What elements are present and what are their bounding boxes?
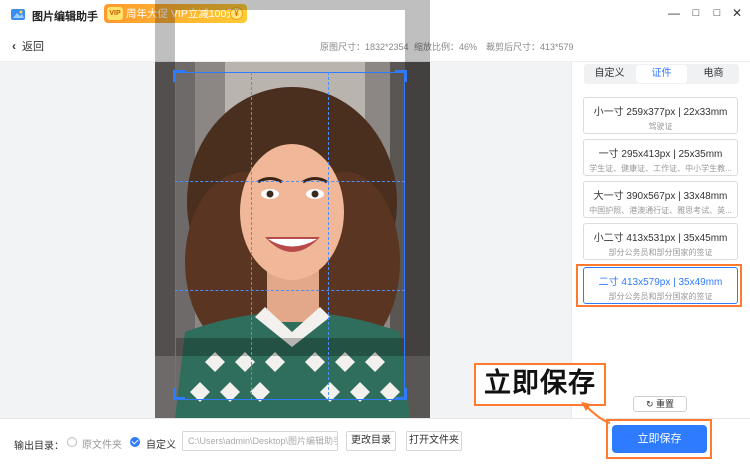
crop-mask-top: [155, 0, 430, 10]
crop-handle-top-left[interactable]: [173, 70, 185, 82]
crop-mask-right: [405, 10, 430, 338]
size-option-desc: 学生证、健康证、工作证、中小学生教...: [589, 164, 732, 173]
size-option-desc: 部分公务员和部分国家的签证: [608, 248, 713, 257]
output-path-input[interactable]: C:\Users\admin\Desktop\图片编辑助手: [182, 431, 338, 451]
crop-grid-line: [251, 72, 252, 400]
app-title: 图片编辑助手: [32, 11, 98, 23]
tab-ecommerce[interactable]: 电商: [688, 64, 739, 84]
back-button[interactable]: ‹ 返回: [12, 38, 44, 54]
back-label: 返回: [22, 41, 44, 53]
crop-grid-line: [328, 72, 329, 400]
cropped-size-info: 裁剪后尺寸：413*579: [486, 42, 574, 52]
vip-icon: VIP: [107, 7, 123, 20]
size-option-title: 一寸 295x413px | 25x35mm: [598, 149, 723, 160]
close-icon[interactable]: ✕: [730, 6, 744, 20]
crop-grid-line: [175, 290, 405, 291]
crop-mask-left: [155, 10, 175, 338]
crop-handle-top-right[interactable]: [395, 70, 407, 82]
radio-custom-folder[interactable]: [130, 437, 140, 447]
crop-frame[interactable]: [175, 72, 405, 400]
size-option-title: 大一寸 390x567px | 33x48mm: [593, 191, 728, 202]
output-dir-label: 输出目录：: [14, 441, 64, 452]
size-option-title: 小二寸 413x531px | 35x45mm: [593, 233, 728, 244]
app-logo-icon: [11, 9, 25, 20]
size-option-desc: 中国护照、港澳通行证、雅思考试、英...: [589, 206, 732, 215]
minimize-icon[interactable]: —: [667, 6, 681, 20]
reset-button[interactable]: ↻ 重置: [633, 396, 687, 412]
preset-tabs: 自定义 证件 电商: [584, 64, 739, 84]
crop-grid-line: [175, 181, 405, 182]
crop-handle-bottom-left[interactable]: [173, 388, 185, 400]
selected-size-highlight: [576, 264, 742, 307]
tab-custom[interactable]: 自定义: [584, 64, 635, 84]
original-folder-label: 原文件夹: [82, 440, 122, 451]
original-size-info: 原图尺寸：1832*2354: [320, 42, 409, 52]
size-option-desc: 驾驶证: [648, 122, 673, 131]
restore-icon[interactable]: □: [689, 6, 703, 20]
callout-label: 立即保存: [474, 363, 606, 406]
size-option[interactable]: 一寸 295x413px | 25x35mm 学生证、健康证、工作证、中小学生教…: [583, 139, 738, 176]
reset-label: 重置: [656, 399, 675, 409]
tab-id-photo[interactable]: 证件: [636, 65, 687, 83]
change-dir-button[interactable]: 更改目录: [346, 431, 396, 451]
crop-handle-bottom-right[interactable]: [395, 388, 407, 400]
custom-folder-label: 自定义: [146, 440, 176, 451]
open-folder-button[interactable]: 打开文件夹: [406, 431, 462, 451]
size-option[interactable]: 小二寸 413x531px | 35x45mm 部分公务员和部分国家的签证: [583, 223, 738, 260]
sub-header: ‹ 返回 原图尺寸：1832*2354 缩放比例：46% 裁剪后尺寸：413*5…: [0, 28, 750, 62]
radio-original-folder[interactable]: [67, 437, 77, 447]
size-option[interactable]: 大一寸 390x567px | 33x48mm 中国护照、港澳通行证、雅思考试、…: [583, 181, 738, 218]
size-option-title: 小一寸 259x377px | 22x33mm: [593, 107, 728, 118]
reset-icon: ↻: [645, 399, 654, 409]
size-option[interactable]: 小一寸 259x377px | 22x33mm 驾驶证: [583, 97, 738, 134]
maximize-icon[interactable]: □: [710, 6, 724, 20]
save-button[interactable]: 立即保存: [612, 425, 707, 453]
back-chevron-icon: ‹: [12, 39, 16, 53]
